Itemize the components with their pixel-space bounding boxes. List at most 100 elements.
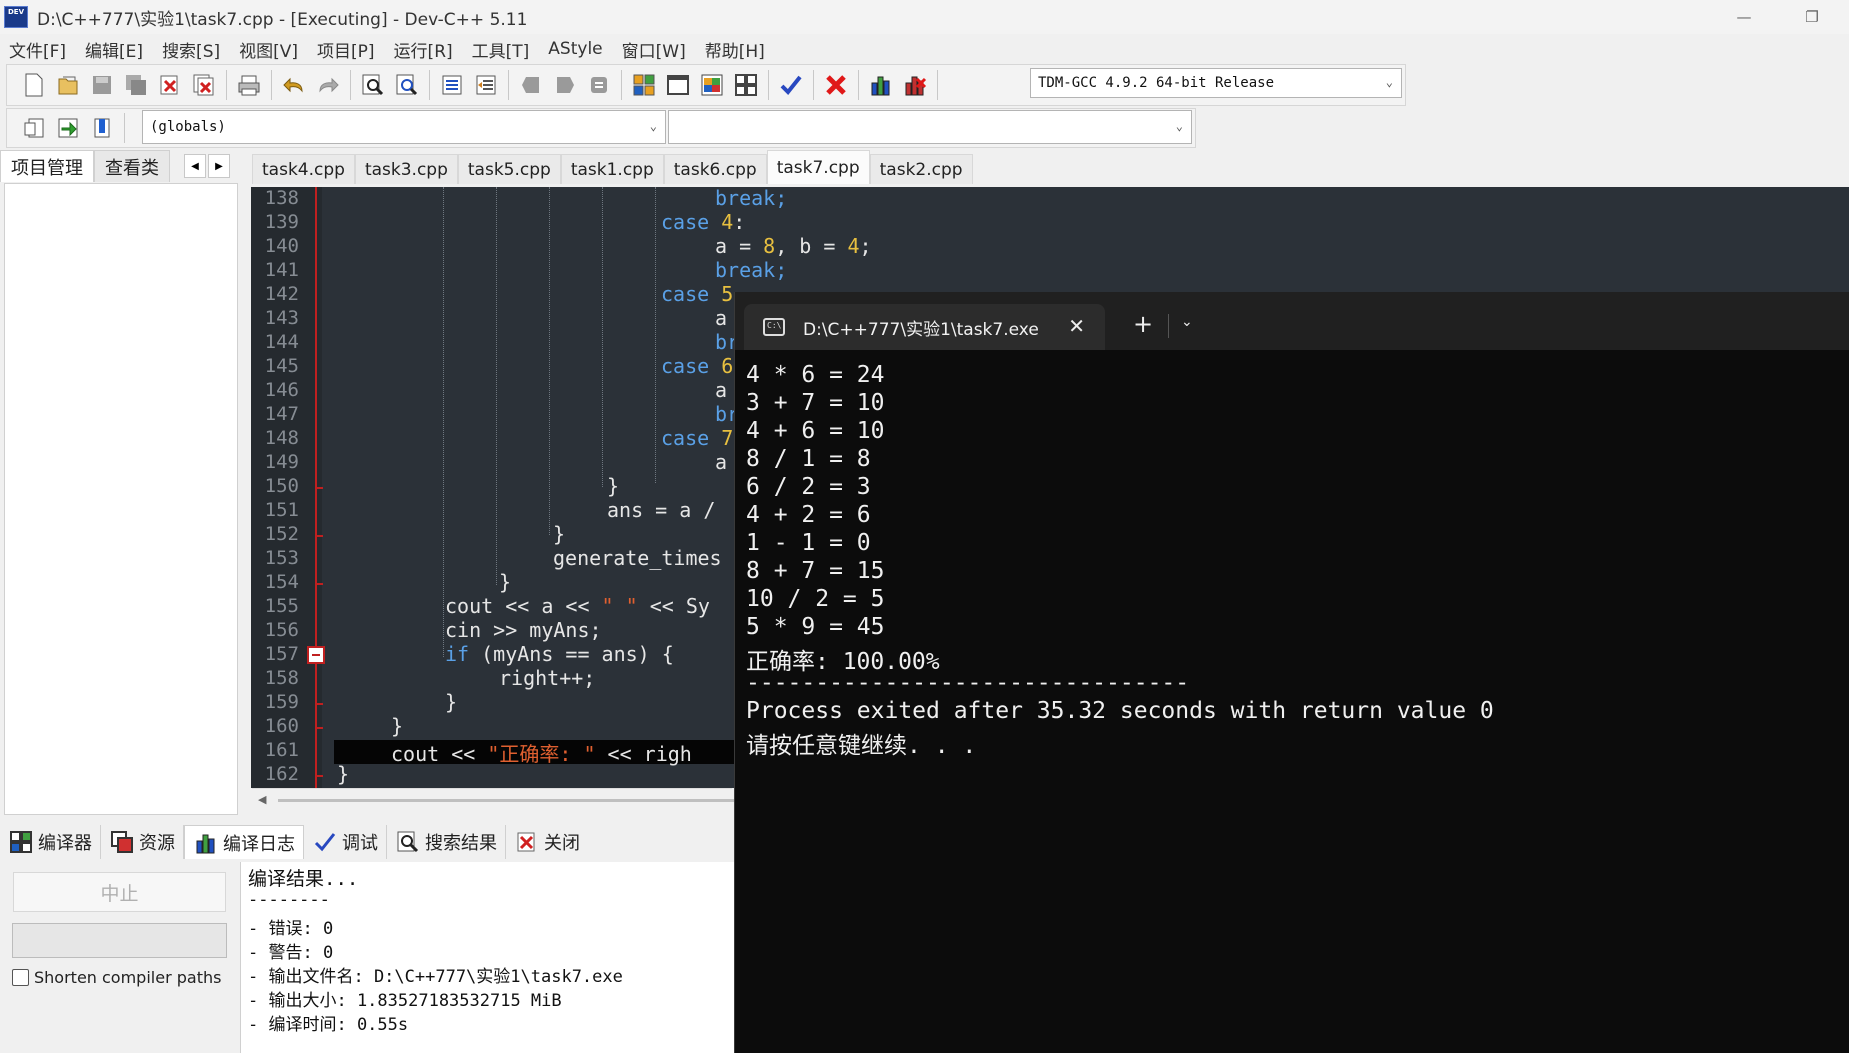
code-line: case 5 [661, 282, 734, 306]
terminal-output-line: 8 + 7 = 15 [746, 558, 885, 584]
tab-debug[interactable]: 调试 [304, 825, 387, 859]
tab-compiler[interactable]: 编译器 [0, 825, 101, 859]
scroll-left-icon[interactable]: ◀ [258, 793, 266, 806]
save-button[interactable] [87, 70, 117, 100]
bookmark-next-button[interactable] [550, 70, 580, 100]
tab-classes[interactable]: 查看类 [94, 150, 170, 182]
menu-help[interactable]: 帮助[H] [696, 37, 775, 62]
new-file-button[interactable] [19, 70, 49, 100]
line-number: 156 [264, 619, 299, 641]
abort-button[interactable]: 中止 [13, 872, 226, 912]
menu-tools[interactable]: 工具[T] [463, 37, 540, 62]
print-button[interactable] [234, 70, 264, 100]
line-number: 152 [264, 523, 299, 545]
tab-search-results[interactable]: 搜索结果 [387, 825, 506, 859]
tab-debug-label: 调试 [342, 833, 378, 854]
close-icon[interactable]: ✕ [1068, 314, 1085, 338]
tab-compile-log[interactable]: 编译日志 [184, 825, 304, 859]
chevron-down-icon: ⌄ [1385, 75, 1393, 89]
menu-view[interactable]: 视图[V] [230, 37, 308, 62]
undo-button[interactable] [279, 70, 309, 100]
bookmark-icon [591, 77, 607, 93]
line-number: 155 [264, 595, 299, 617]
compiler-grid-icon [10, 831, 32, 853]
tab-close[interactable]: 关闭 [506, 825, 588, 859]
tab-search-results-label: 搜索结果 [425, 833, 497, 854]
tab-resources[interactable]: 资源 [101, 825, 184, 859]
indent-button[interactable] [437, 70, 467, 100]
toolbar-separator [937, 70, 938, 100]
tab-task7[interactable]: task7.cpp [766, 150, 870, 184]
find-button[interactable] [358, 70, 388, 100]
scroll-thumb[interactable] [278, 799, 738, 802]
syntax-check-button[interactable] [776, 70, 806, 100]
tab-scroll-right-button[interactable]: ▶ [208, 154, 230, 178]
code-line: right++; [499, 666, 596, 690]
stop-execution-button[interactable] [821, 70, 851, 100]
code-line: cin >> myAns; [445, 618, 602, 642]
bookmark-toggle-button[interactable] [87, 113, 117, 143]
shorten-paths-checkbox[interactable] [12, 969, 29, 986]
minimize-button[interactable]: — [1724, 4, 1764, 30]
compiler-select[interactable]: TDM-GCC 4.9.2 64-bit Release ⌄ [1030, 68, 1402, 98]
delete-profile-button[interactable] [900, 70, 930, 100]
unindent-button[interactable] [471, 70, 501, 100]
tab-task5[interactable]: task5.cpp [457, 154, 561, 184]
replace-icon [396, 74, 418, 96]
close-file-button[interactable] [155, 70, 185, 100]
window-title: D:\C++777\实验1\task7.cpp - [Executing] - … [37, 9, 528, 30]
tab-task1[interactable]: task1.cpp [560, 154, 664, 184]
terminal-output-line: 1 - 1 = 0 [746, 530, 871, 556]
new-tab-plus-icon[interactable]: + [1133, 310, 1153, 338]
run-window-icon [667, 75, 689, 95]
terminal-window[interactable]: C:\ D:\C++777\实验1\task7.exe ✕ + ⌄ 4 * 6 … [734, 292, 1849, 1053]
menu-execute[interactable]: 运行[R] [385, 37, 463, 62]
close-file-icon [517, 832, 535, 852]
editor-horizontal-scrollbar[interactable]: ◀ [252, 788, 738, 810]
close-all-icon [193, 74, 214, 96]
compile-log[interactable]: 编译结果... -------- - 错误: 0 - 警告: 0 - 输出文件名… [240, 862, 740, 1053]
redo-button[interactable] [313, 70, 343, 100]
compile-controls: 中止 Shorten compiler paths [0, 862, 240, 1053]
tab-task4[interactable]: task4.cpp [252, 154, 355, 184]
line-number: 144 [264, 331, 299, 353]
scope-select[interactable]: (globals) ⌄ [142, 110, 666, 144]
fold-collapse-icon[interactable] [307, 646, 325, 664]
menu-file[interactable]: 文件[F] [0, 37, 76, 62]
terminal-tab[interactable]: C:\ D:\C++777\实验1\task7.exe ✕ [744, 304, 1105, 350]
bookmark-prev-button[interactable] [516, 70, 546, 100]
menu-edit[interactable]: 编辑[E] [76, 37, 153, 62]
menu-search[interactable]: 搜索[S] [153, 37, 230, 62]
tab-project[interactable]: 项目管理 [0, 150, 94, 182]
profile-button[interactable] [866, 70, 896, 100]
save-all-button[interactable] [121, 70, 151, 100]
insert-button[interactable] [19, 113, 49, 143]
tab-task2[interactable]: task2.cpp [869, 154, 973, 184]
tab-scroll-left-button[interactable]: ◀ [184, 154, 206, 178]
restore-button[interactable]: ❐ [1792, 4, 1832, 30]
terminal-output-line: 4 + 2 = 6 [746, 502, 871, 528]
delete-profile-icon [905, 76, 927, 96]
open-file-button[interactable] [53, 70, 83, 100]
compile-button[interactable] [629, 70, 659, 100]
code-line: a [715, 450, 728, 474]
compile-run-button[interactable] [697, 70, 727, 100]
toggle-bookmark-button[interactable] [584, 70, 614, 100]
goto-button[interactable] [53, 113, 83, 143]
project-tree[interactable] [4, 183, 238, 815]
menu-astyle[interactable]: AStyle [539, 39, 612, 59]
code-line: break; [715, 187, 788, 210]
replace-button[interactable] [392, 70, 422, 100]
tab-task6[interactable]: task6.cpp [663, 154, 767, 184]
log-line: 编译结果... [248, 868, 359, 890]
rebuild-all-button[interactable] [731, 70, 761, 100]
menu-window[interactable]: 窗口[W] [613, 37, 696, 62]
run-button[interactable] [663, 70, 693, 100]
compile-icon [633, 74, 655, 96]
close-all-button[interactable] [189, 70, 219, 100]
symbol-select[interactable]: ⌄ [668, 110, 1192, 144]
tab-task3[interactable]: task3.cpp [354, 154, 458, 184]
line-number: 157 [264, 643, 299, 665]
chevron-down-icon[interactable]: ⌄ [1181, 314, 1193, 330]
menu-project[interactable]: 项目[P] [308, 37, 385, 62]
